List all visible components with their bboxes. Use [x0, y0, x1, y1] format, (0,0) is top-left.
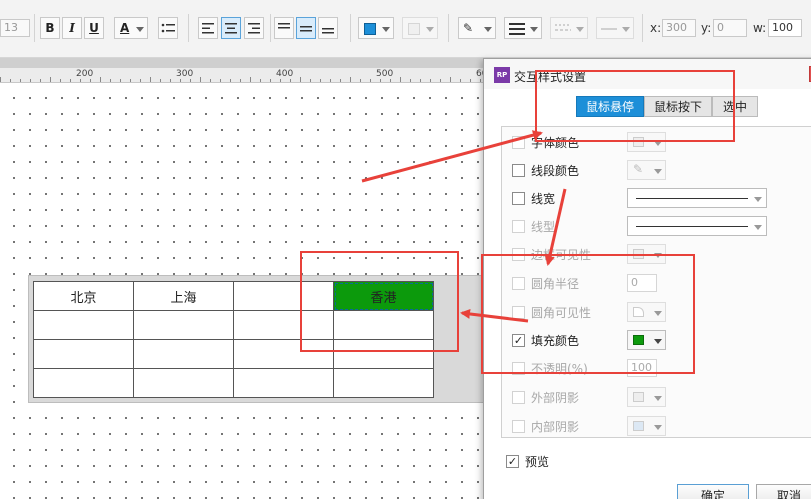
annotation-arrows	[361, 130, 567, 323]
annotation-arrow	[361, 130, 543, 183]
annotation-arrow	[544, 188, 567, 266]
annotation-arrow	[460, 308, 529, 323]
